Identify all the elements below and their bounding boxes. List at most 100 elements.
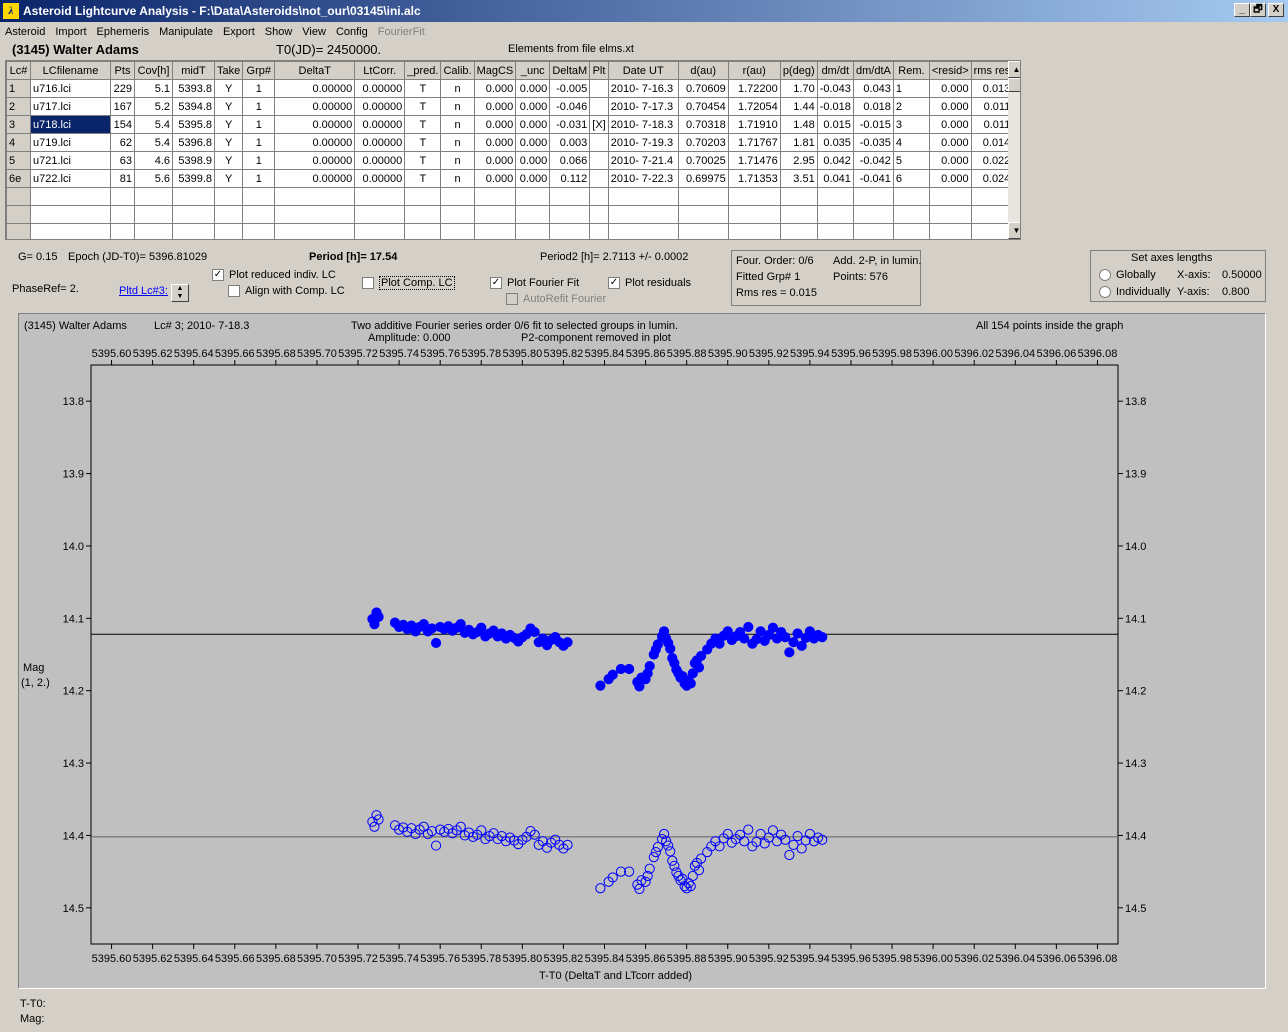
table-cell[interactable] (727, 187, 781, 206)
table-cell[interactable] (134, 205, 173, 224)
table-cell[interactable]: Y (213, 151, 244, 170)
table-cell[interactable]: n (440, 169, 475, 188)
table-cell[interactable] (473, 187, 517, 206)
table-cell[interactable]: n (440, 79, 475, 98)
table-cell[interactable] (515, 223, 551, 239)
table-cell[interactable]: -0.031 (549, 115, 591, 134)
table-cell[interactable]: 1 (892, 79, 930, 98)
table-cell[interactable] (852, 187, 894, 206)
table-cell[interactable]: 0.014 (970, 133, 1014, 152)
table-cell[interactable]: 0.00000 (274, 97, 356, 116)
row-header[interactable]: 2 (6, 97, 31, 116)
table-cell[interactable]: 5398.9 (172, 151, 215, 170)
table-cell[interactable]: 0.011 (970, 97, 1014, 116)
table-cell[interactable]: 5399.8 (172, 169, 215, 188)
table-cell[interactable] (172, 205, 215, 224)
row-header[interactable]: 5 (6, 151, 31, 170)
table-cell[interactable]: 1.70 (779, 79, 818, 98)
table-cell[interactable]: T (404, 169, 442, 188)
table-cell[interactable] (677, 205, 729, 224)
table-cell[interactable]: 0.00000 (274, 133, 356, 152)
lightcurve-plot[interactable]: 5395.605395.605395.625395.625395.645395.… (19, 314, 1265, 988)
table-cell[interactable] (354, 187, 406, 206)
table-cell[interactable]: 2 (892, 97, 930, 116)
table-cell[interactable]: 1 (242, 115, 276, 134)
column-header[interactable]: midT (172, 61, 215, 80)
table-cell[interactable]: 0.00000 (354, 97, 406, 116)
table-cell[interactable] (110, 205, 135, 224)
table-cell[interactable]: 0.00000 (274, 169, 356, 188)
table-cell[interactable] (928, 187, 972, 206)
table-row[interactable]: 6e u722.lci 81 5.6 5399.8 Y 1 0.00000 0.00000 Tn 0… (6, 169, 1014, 188)
column-header[interactable]: p(deg) (779, 61, 818, 80)
globally-radio[interactable]: Globally (1099, 269, 1156, 282)
table-cell[interactable]: 0.00000 (354, 79, 406, 98)
table-cell[interactable]: 0.000 (928, 151, 972, 170)
table-cell[interactable]: 0.70609 (677, 79, 729, 98)
menu-show[interactable]: Show (260, 26, 298, 38)
table-cell[interactable]: 0.003 (549, 133, 591, 152)
table-cell[interactable] (134, 223, 173, 239)
table-cell[interactable] (354, 205, 406, 224)
table-cell[interactable]: 167 (110, 97, 135, 116)
table-cell[interactable] (404, 223, 442, 239)
table-cell[interactable]: 81 (110, 169, 135, 188)
table-cell[interactable]: 2010- 7-19.3 (607, 133, 679, 152)
table-cell[interactable] (589, 187, 609, 206)
table-cell[interactable]: 154 (110, 115, 135, 134)
close-button[interactable]: X (1268, 3, 1284, 17)
table-cell[interactable]: 5395.8 (172, 115, 215, 134)
table-row-empty[interactable] (6, 223, 1014, 239)
table-cell[interactable]: u721.lci (30, 151, 111, 170)
table-cell[interactable]: 0.000 (515, 79, 551, 98)
autorefit-checkbox[interactable]: AutoRefit Fourier (506, 293, 606, 306)
table-cell[interactable]: 0.043 (852, 79, 894, 98)
menu-asteroid[interactable]: Asteroid (0, 26, 50, 38)
align-comp-checkbox[interactable]: Align with Comp. LC (228, 285, 345, 298)
row-header[interactable]: 4 (6, 133, 31, 152)
scroll-up-button[interactable]: ▲ (1008, 61, 1020, 78)
table-cell[interactable]: 0.035 (816, 133, 854, 152)
table-scrollbar[interactable]: ▲ ▼ (1008, 61, 1020, 239)
table-cell[interactable]: Y (213, 169, 244, 188)
table-cell[interactable]: -0.042 (852, 151, 894, 170)
table-cell[interactable] (589, 169, 609, 188)
restore-button[interactable]: 🗗 (1250, 3, 1266, 17)
table-cell[interactable]: 1.71476 (727, 151, 781, 170)
table-cell[interactable]: 0.000 (473, 79, 517, 98)
lc-spinner[interactable]: ▲ ▼ (171, 284, 189, 302)
table-cell[interactable]: 5394.8 (172, 97, 215, 116)
table-cell[interactable] (110, 187, 135, 206)
table-cell[interactable]: 5396.8 (172, 133, 215, 152)
table-cell[interactable]: T (404, 79, 442, 98)
table-cell[interactable]: Y (213, 79, 244, 98)
table-cell[interactable]: 0.000 (928, 97, 972, 116)
table-cell[interactable]: 5.2 (134, 97, 173, 116)
table-cell[interactable]: T (404, 97, 442, 116)
row-header[interactable] (6, 223, 31, 239)
table-cell[interactable]: T (404, 133, 442, 152)
pltd-lc-link[interactable]: Pltd Lc#3: (119, 285, 168, 297)
plot-panel[interactable]: (3145) Walter Adams Lc# 3; 2010- 7-18.3 … (18, 313, 1266, 989)
table-cell[interactable]: 1.44 (779, 97, 818, 116)
table-cell[interactable]: 0.00000 (274, 79, 356, 98)
table-cell[interactable] (549, 187, 591, 206)
table-cell[interactable]: -0.043 (816, 79, 854, 98)
table-cell[interactable]: 4 (892, 133, 930, 152)
minimize-button[interactable]: _ (1234, 3, 1250, 17)
table-row-empty[interactable] (6, 205, 1014, 224)
table-cell[interactable] (242, 187, 276, 206)
table-cell[interactable]: Y (213, 97, 244, 116)
table-cell[interactable]: 0.70025 (677, 151, 729, 170)
table-cell[interactable]: 5.4 (134, 133, 173, 152)
table-cell[interactable] (779, 205, 818, 224)
table-cell[interactable]: 0.00000 (354, 115, 406, 134)
table-cell[interactable] (607, 187, 679, 206)
table-cell[interactable]: T (404, 115, 442, 134)
table-cell[interactable]: 2010- 7-17.3 (607, 97, 679, 116)
table-cell[interactable]: 2.95 (779, 151, 818, 170)
column-header[interactable]: dm/dt (816, 61, 854, 80)
table-cell[interactable] (274, 205, 356, 224)
column-header[interactable]: _unc (515, 61, 551, 80)
row-header[interactable]: 6e (6, 169, 31, 188)
